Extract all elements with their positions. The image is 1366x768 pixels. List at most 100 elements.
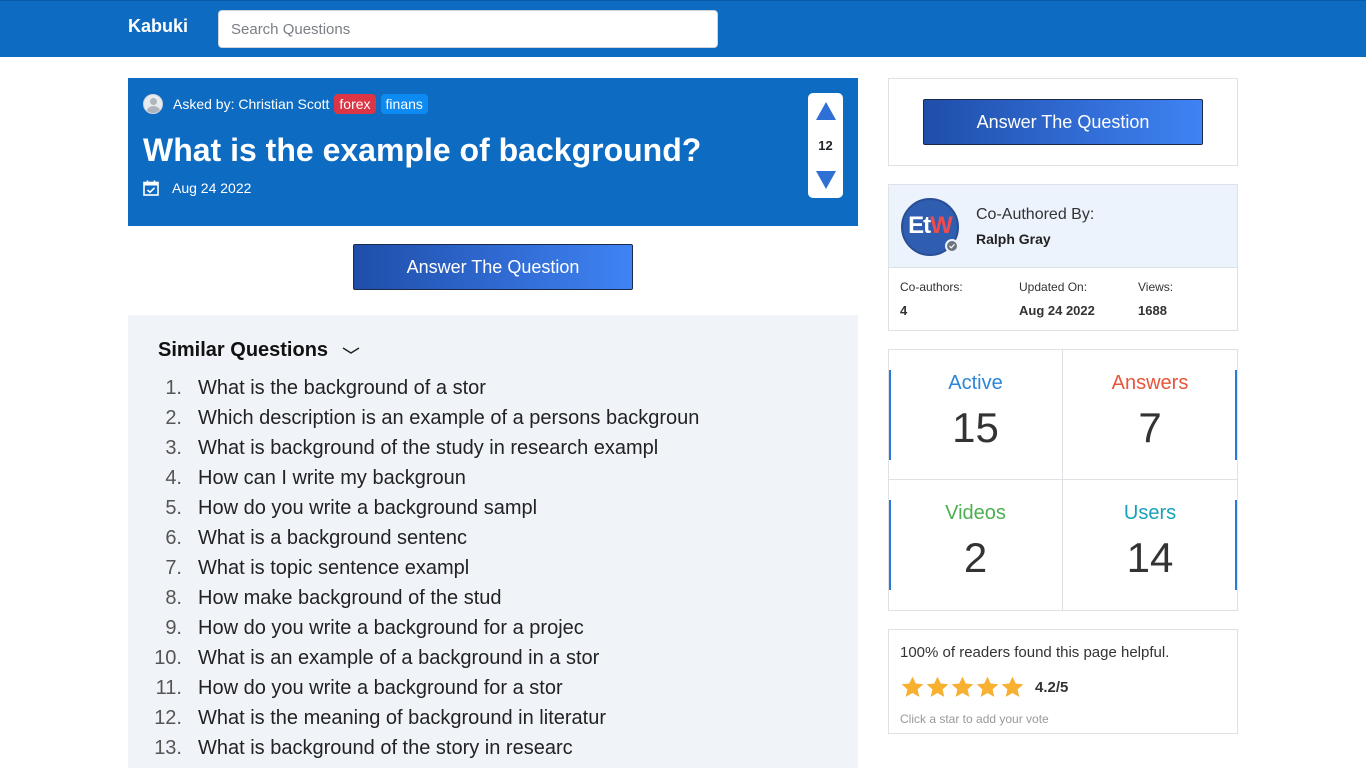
similar-question-number: 6. bbox=[165, 527, 182, 549]
question-header: Asked by: Christian Scott forex finans W… bbox=[128, 78, 858, 226]
sidebar-answer-question-button[interactable]: Answer The Question bbox=[923, 99, 1203, 145]
similar-question-link[interactable]: What is background of the study in resea… bbox=[198, 433, 658, 463]
sidebar-answer-box: Answer The Question bbox=[888, 78, 1238, 166]
similar-question-number: 9. bbox=[165, 617, 182, 639]
stat-label: Answers bbox=[1111, 372, 1189, 394]
tag-finans[interactable]: finans bbox=[380, 94, 428, 114]
similar-question-number: 7. bbox=[165, 557, 182, 579]
similar-question-item: 10. What is an example of a background in… bbox=[150, 643, 840, 673]
stat-label: Videos bbox=[945, 502, 1006, 524]
stat-users: Users 14 bbox=[1063, 480, 1237, 610]
similar-questions-toggle[interactable]: Similar Questions bbox=[158, 339, 360, 362]
similar-question-item: 7. What is topic sentence exampl bbox=[150, 553, 840, 583]
star-icon[interactable] bbox=[975, 675, 1000, 700]
stat-label: Active bbox=[948, 372, 1003, 394]
similar-question-item: 5. How do you write a background sampl bbox=[150, 493, 840, 523]
logo-w-text: W bbox=[930, 212, 953, 239]
question-date-row: Aug 24 2022 bbox=[143, 180, 251, 196]
downvote-arrow-icon[interactable] bbox=[816, 171, 836, 189]
similar-question-number: 3. bbox=[165, 437, 182, 459]
similar-question-link[interactable]: What is the meaning of background in lit… bbox=[198, 703, 606, 733]
stat-label: Users bbox=[1123, 502, 1177, 524]
similar-question-item: 12. What is the meaning of background in … bbox=[150, 703, 840, 733]
similar-questions-heading: Similar Questions bbox=[158, 339, 329, 361]
logo-et-text: Et bbox=[908, 212, 931, 239]
question-title: What is the example of background? bbox=[143, 132, 702, 168]
rating-score: 4.2/5 bbox=[1035, 679, 1069, 696]
search-input[interactable] bbox=[218, 10, 718, 48]
user-avatar-icon bbox=[143, 94, 163, 114]
similar-question-item: 4. How can I write my backgroun bbox=[150, 463, 840, 493]
similar-question-number: 8. bbox=[165, 587, 182, 609]
similar-question-item: 6. What is a background sentenc bbox=[150, 523, 840, 553]
top-navbar: Kabuki bbox=[0, 0, 1366, 57]
similar-question-link[interactable]: What is background of the story in resea… bbox=[198, 733, 573, 763]
similar-question-link[interactable]: What is topic sentence exampl bbox=[198, 553, 469, 583]
stat-videos: Videos 2 bbox=[889, 480, 1063, 610]
similar-question-link[interactable]: How make background of the stud bbox=[198, 583, 502, 613]
meta-value: 4 bbox=[900, 303, 908, 318]
similar-question-number: 13. bbox=[154, 737, 182, 759]
similar-question-number: 10. bbox=[154, 647, 182, 669]
meta-views: Views: 1688 bbox=[1138, 280, 1173, 318]
calendar-icon bbox=[143, 180, 159, 196]
asker-row: Asked by: Christian Scott forex finans bbox=[143, 93, 428, 115]
stat-value: 7 bbox=[1138, 404, 1162, 451]
star-icon[interactable] bbox=[1000, 675, 1025, 700]
meta-label: Views: bbox=[1138, 280, 1174, 294]
similar-question-link[interactable]: How do you write a background for a stor bbox=[198, 673, 563, 703]
meta-value: 1688 bbox=[1138, 303, 1167, 318]
similar-question-item: 2. Which description is an example of a p… bbox=[150, 403, 840, 433]
co-author-card: EtW Co-Authored By: Ralph Gray Co-author… bbox=[888, 184, 1238, 331]
answer-question-button[interactable]: Answer The Question bbox=[353, 244, 633, 290]
similar-questions-panel: Similar Questions 1. What is the backgrou… bbox=[128, 315, 858, 768]
verified-check-icon bbox=[945, 239, 959, 253]
similar-questions-list: 1. What is the background of a stor 2. Whic… bbox=[150, 373, 840, 763]
star-rating: 4.2/5 bbox=[900, 675, 1068, 700]
similar-question-item: 11. How do you write a background for a s… bbox=[150, 673, 840, 703]
stat-value: 2 bbox=[963, 534, 988, 581]
star-icon[interactable] bbox=[950, 675, 975, 700]
similar-question-link[interactable]: How can I write my backgroun bbox=[198, 463, 466, 493]
star-icon[interactable] bbox=[900, 675, 925, 700]
similar-question-number: 1. bbox=[165, 377, 182, 399]
helpful-text: 100% of readers found this page helpful. bbox=[900, 644, 1170, 661]
similar-question-link[interactable]: How do you write a background for a proj… bbox=[198, 613, 584, 643]
co-author-header: EtW Co-Authored By: Ralph Gray bbox=[889, 185, 1237, 268]
similar-question-number: 11. bbox=[155, 677, 182, 699]
similar-question-link[interactable]: What is a background sentenc bbox=[198, 523, 467, 553]
star-icon[interactable] bbox=[925, 675, 950, 700]
similar-question-number: 12. bbox=[154, 707, 182, 729]
similar-question-link[interactable]: How do you write a background sampl bbox=[198, 493, 537, 523]
vote-widget: 12 bbox=[808, 93, 843, 198]
similar-question-link[interactable]: What is an example of a background in a … bbox=[198, 643, 599, 673]
similar-question-link[interactable]: Which description is an example of a per… bbox=[198, 403, 699, 433]
rating-box: 100% of readers found this page helpful.… bbox=[888, 629, 1238, 734]
similar-question-number: 4. bbox=[165, 467, 182, 489]
similar-question-item: 9. How do you write a background for a pr… bbox=[150, 613, 840, 643]
similar-question-item: 8. How make background of the stud bbox=[150, 583, 840, 613]
chevron-down-icon bbox=[342, 346, 360, 354]
similar-question-link[interactable]: What is the background of a stor bbox=[198, 373, 486, 403]
brand-logo[interactable]: Kabuki bbox=[128, 16, 188, 37]
stat-value: 14 bbox=[1126, 534, 1174, 581]
question-date: Aug 24 2022 bbox=[172, 180, 252, 196]
stat-value: 15 bbox=[952, 404, 999, 451]
upvote-arrow-icon[interactable] bbox=[816, 102, 836, 120]
stat-active: Active 15 bbox=[889, 350, 1063, 480]
vote-hint: Click a star to add your vote bbox=[900, 712, 1049, 726]
tag-forex[interactable]: forex bbox=[334, 94, 376, 114]
asked-by-text: Asked by: Christian Scott bbox=[173, 96, 330, 112]
meta-label: Updated On: bbox=[1019, 280, 1088, 294]
author-logo: EtW bbox=[901, 198, 959, 256]
co-author-name[interactable]: Ralph Gray bbox=[976, 231, 1051, 247]
similar-question-item: 13. What is background of the story in re… bbox=[150, 733, 840, 763]
similar-question-item: 3. What is background of the study in res… bbox=[150, 433, 840, 463]
stats-grid: Active 15 Answers 7 Videos 2 Users 14 bbox=[888, 349, 1238, 611]
similar-question-number: 2. bbox=[165, 407, 182, 429]
vote-count: 12 bbox=[818, 138, 833, 153]
meta-co-authors: Co-authors: 4 bbox=[900, 280, 963, 318]
meta-label: Co-authors: bbox=[900, 280, 963, 294]
stat-answers: Answers 7 bbox=[1063, 350, 1237, 480]
similar-question-number: 5. bbox=[165, 497, 182, 519]
